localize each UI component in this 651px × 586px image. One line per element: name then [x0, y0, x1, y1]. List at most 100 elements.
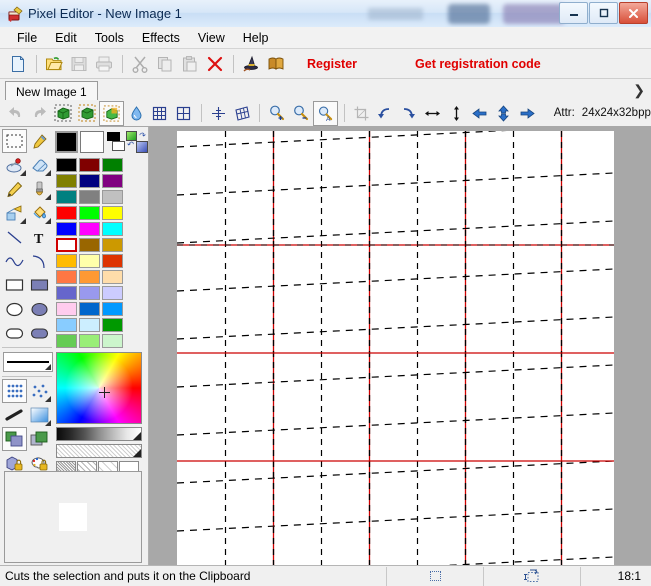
gradient-tool[interactable]: [27, 403, 52, 427]
palette-swatch[interactable]: [102, 222, 123, 236]
palette-swatch[interactable]: [79, 222, 100, 236]
cut-scissors-icon[interactable]: [128, 52, 152, 76]
palette-swatch[interactable]: [56, 334, 77, 348]
maximize-button[interactable]: [589, 2, 618, 24]
crosshair-icon[interactable]: [207, 102, 230, 125]
zoom-actual-icon[interactable]: A: [313, 101, 338, 126]
grid-coarse-icon[interactable]: [172, 102, 195, 125]
shift-vertical-icon[interactable]: [492, 102, 515, 125]
print-icon[interactable]: [92, 52, 116, 76]
rectangle-outline-tool[interactable]: [2, 273, 27, 297]
palette-swatch[interactable]: [102, 318, 123, 332]
book-icon[interactable]: [264, 52, 288, 76]
palette-swatch[interactable]: [56, 174, 77, 188]
minimize-button[interactable]: [559, 2, 588, 24]
palette-swatch[interactable]: [56, 158, 77, 172]
water-drop-icon[interactable]: [125, 102, 148, 125]
shift-right-icon[interactable]: [516, 102, 539, 125]
select-rectangle-tool[interactable]: [2, 129, 27, 153]
palette-swatch[interactable]: [56, 206, 77, 220]
palette-swatch[interactable]: [102, 206, 123, 220]
rounded-rect-outline-tool[interactable]: [2, 321, 27, 345]
palette-swatch[interactable]: [79, 206, 100, 220]
rounded-rect-filled-tool[interactable]: [27, 321, 52, 345]
scatter-tool[interactable]: [27, 379, 52, 403]
palette-swatch[interactable]: [102, 158, 123, 172]
menu-effects[interactable]: Effects: [133, 28, 189, 48]
crop-icon[interactable]: [350, 102, 373, 125]
fill-tool[interactable]: [27, 201, 52, 225]
rotate-right-icon[interactable]: [397, 102, 420, 125]
palette-swatch[interactable]: [102, 270, 123, 284]
text-tool[interactable]: T: [27, 225, 52, 249]
swap-colors-icon[interactable]: [107, 131, 124, 153]
redo-icon[interactable]: [28, 102, 51, 125]
palette-swatch[interactable]: [102, 302, 123, 316]
palette-swatch[interactable]: [79, 174, 100, 188]
dither-pattern-tool[interactable]: [2, 379, 27, 403]
palette-swatch[interactable]: [79, 190, 100, 204]
menu-help[interactable]: Help: [234, 28, 278, 48]
rotate-left-icon[interactable]: [373, 102, 396, 125]
wizard-hat-icon[interactable]: [239, 52, 263, 76]
brush-tool[interactable]: [27, 177, 52, 201]
palette-swatch[interactable]: [79, 270, 100, 284]
close-button[interactable]: [619, 2, 648, 24]
menu-edit[interactable]: Edit: [46, 28, 86, 48]
canvas-area[interactable]: [149, 127, 651, 565]
chevron-right-icon[interactable]: ❯: [633, 82, 645, 99]
ellipse-outline-tool[interactable]: [2, 297, 27, 321]
layer-green-icon[interactable]: [52, 102, 75, 125]
pencil-tool[interactable]: [2, 177, 27, 201]
palette-swatch[interactable]: [102, 286, 123, 300]
zoom-out-icon[interactable]: [289, 102, 312, 125]
layer-active-icon[interactable]: [99, 101, 124, 126]
rectangle-filled-tool[interactable]: [27, 273, 52, 297]
palette-swatch[interactable]: [102, 174, 123, 188]
menu-view[interactable]: View: [189, 28, 234, 48]
palette-swatch[interactable]: [56, 270, 77, 284]
ellipse-filled-tool[interactable]: [27, 297, 52, 321]
grid-fine-icon[interactable]: [149, 102, 172, 125]
undo-icon[interactable]: [4, 102, 27, 125]
menu-file[interactable]: File: [8, 28, 46, 48]
register-link[interactable]: Register: [307, 57, 357, 71]
open-folder-icon[interactable]: [42, 52, 66, 76]
layer-move-tool[interactable]: [27, 427, 52, 451]
palette-swatch[interactable]: [56, 190, 77, 204]
palette-swatch[interactable]: [56, 254, 77, 268]
layer-merge-tool[interactable]: [2, 427, 27, 451]
tab-new-image-1[interactable]: New Image 1: [5, 81, 98, 100]
smudge-tool[interactable]: [2, 403, 27, 427]
palette-swatch-selected[interactable]: [56, 238, 77, 252]
palette-swatch[interactable]: [102, 334, 123, 348]
background-color-swatch[interactable]: [80, 131, 103, 153]
gradient-preset-icon[interactable]: ↷↶: [126, 131, 145, 153]
palette-swatch[interactable]: [79, 158, 100, 172]
foreground-color-swatch[interactable]: [55, 131, 78, 153]
hatch-pattern-ramp[interactable]: [56, 444, 142, 458]
palette-swatch[interactable]: [79, 254, 100, 268]
delete-x-icon[interactable]: [203, 52, 227, 76]
line-tool[interactable]: [2, 225, 27, 249]
palette-swatch[interactable]: [79, 286, 100, 300]
perspective-grid-icon[interactable]: [231, 102, 254, 125]
flip-horizontal-icon[interactable]: [421, 102, 444, 125]
palette-swatch[interactable]: [79, 238, 100, 252]
palette-swatch[interactable]: [102, 190, 123, 204]
eraser-tool[interactable]: [27, 153, 52, 177]
palette-swatch[interactable]: [79, 302, 100, 316]
palette-swatch[interactable]: [56, 302, 77, 316]
get-registration-code-link[interactable]: Get registration code: [415, 57, 541, 71]
palette-swatch[interactable]: [102, 238, 123, 252]
zoom-level[interactable]: 18:1: [581, 567, 651, 586]
grayscale-ramp[interactable]: [56, 427, 142, 441]
shift-left-icon[interactable]: [468, 102, 491, 125]
menu-tools[interactable]: Tools: [86, 28, 133, 48]
new-file-icon[interactable]: [6, 52, 30, 76]
flip-vertical-icon[interactable]: [445, 102, 468, 125]
palette-swatch[interactable]: [56, 222, 77, 236]
clone-stamp-tool[interactable]: [2, 153, 27, 177]
copy-icon[interactable]: [153, 52, 177, 76]
save-icon[interactable]: [67, 52, 91, 76]
